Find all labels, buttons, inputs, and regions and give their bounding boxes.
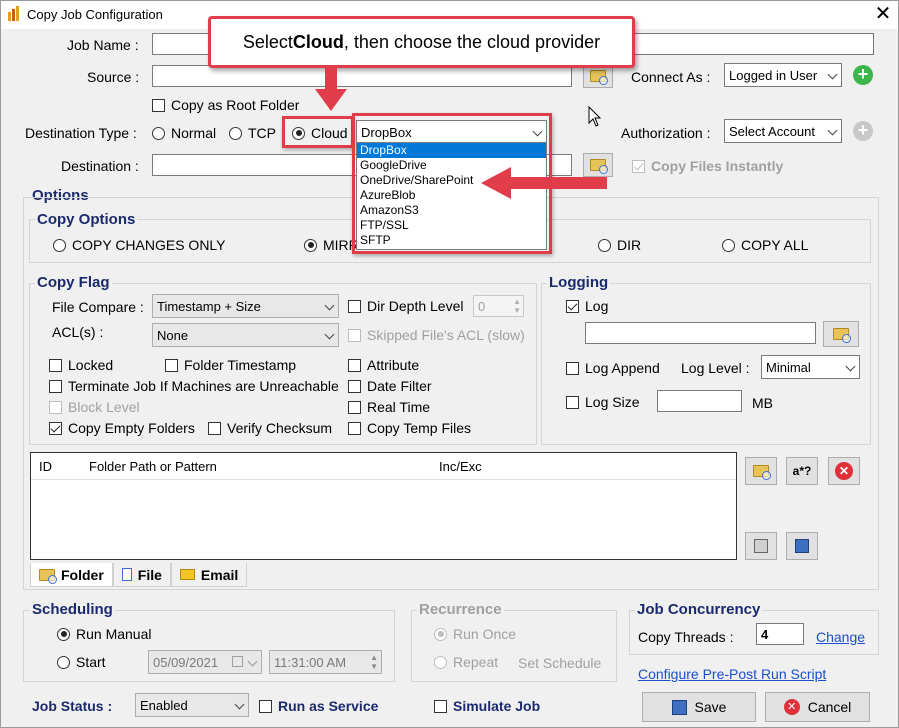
down-arrow-icon (315, 68, 347, 111)
copy-job-window: Copy Job Configuration ✕ Job Name : Sour… (0, 0, 899, 728)
left-arrow-icon (481, 167, 607, 199)
annotation-arrows (315, 68, 607, 199)
mouse-cursor-icon (588, 105, 602, 127)
